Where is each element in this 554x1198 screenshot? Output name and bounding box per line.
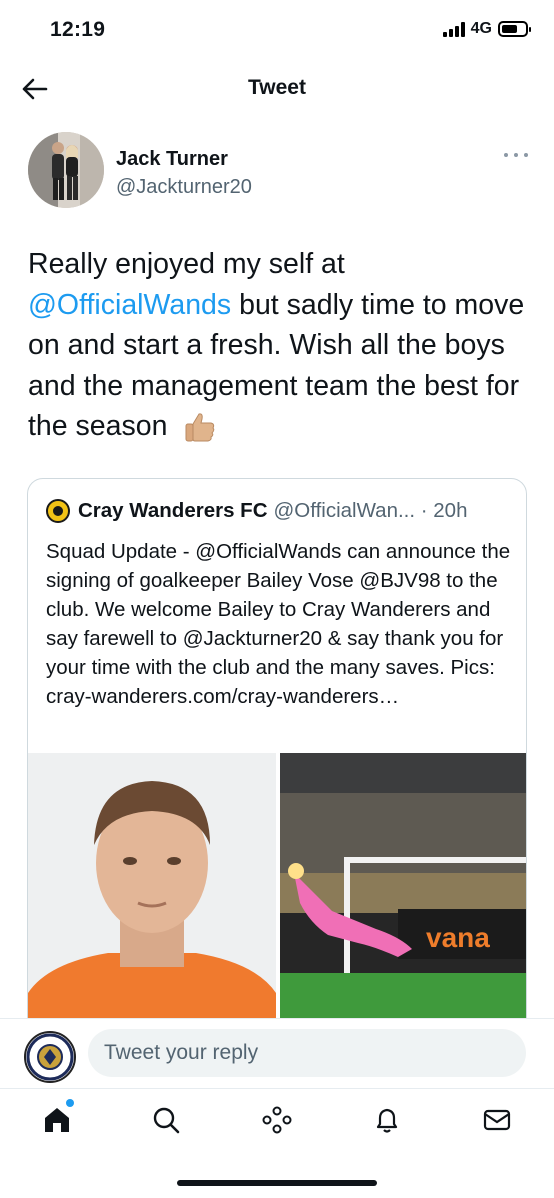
quoted-tweet-card[interactable]: Cray Wanderers FC @OfficialWan... · 20h … [27,478,527,1038]
signal-icon [442,21,465,37]
reply-input[interactable]: Tweet your reply [88,1029,526,1077]
club-crest-icon [26,1033,74,1081]
nav-messages[interactable] [480,1103,514,1137]
quoted-tweet-text: Squad Update - @OfficialWands can announ… [46,540,511,708]
club-badge-icon [46,499,70,523]
nav-spaces[interactable] [260,1103,294,1137]
goalkeeper-save-image[interactable]: vana [280,753,526,1037]
reply-bar: Tweet your reply [0,1018,554,1088]
messages-icon [483,1109,511,1131]
player-portrait-image[interactable] [28,753,276,1037]
more-dots-icon [504,153,508,157]
quoted-tweet-header: Cray Wanderers FC @OfficialWan... · 20h [46,497,508,525]
goalkeeper-illustration: vana [280,753,526,1037]
network-type: 4G [470,20,492,37]
banner-sign-text: vana [426,922,490,953]
spaces-icon [262,1106,292,1134]
portrait-illustration [28,753,276,1037]
thumbs-up-emoji-icon [185,413,215,442]
more-options-button[interactable] [504,146,528,164]
status-time: 12:19 [50,18,106,41]
tweet-text-part1: Really enjoyed my self at [28,248,345,280]
battery-icon [498,21,531,37]
avatar-photo [28,132,104,208]
avatar[interactable] [28,132,104,208]
reply-avatar[interactable] [24,1031,76,1083]
nav-search[interactable] [149,1103,183,1137]
nav-notifications[interactable] [370,1103,404,1137]
author-handle[interactable]: @Jackturner20 [116,176,252,199]
notifications-icon [376,1108,398,1133]
page-title: Tweet [248,76,306,99]
tweet-text: Really enjoyed my self at @OfficialWands… [28,244,530,447]
quoted-author-name: Cray Wanderers FC [78,499,268,522]
bottom-nav [0,1088,554,1150]
home-notification-dot [66,1099,74,1107]
nav-home[interactable] [40,1099,74,1137]
mention-link[interactable]: @OfficialWands [28,289,231,321]
tweet-author: Jack Turner @Jackturner20 [28,132,530,216]
quoted-author-handle-time: @OfficialWan... · 20h [273,499,468,522]
quoted-tweet-media: vana [28,753,526,1037]
home-indicator[interactable] [177,1180,377,1186]
header: Tweet [0,62,554,116]
status-bar: 12:19 4G [0,0,554,62]
author-name[interactable]: Jack Turner [116,148,228,171]
status-indicators: 4G [442,20,531,38]
search-icon [153,1107,180,1134]
home-icon [45,1108,69,1132]
